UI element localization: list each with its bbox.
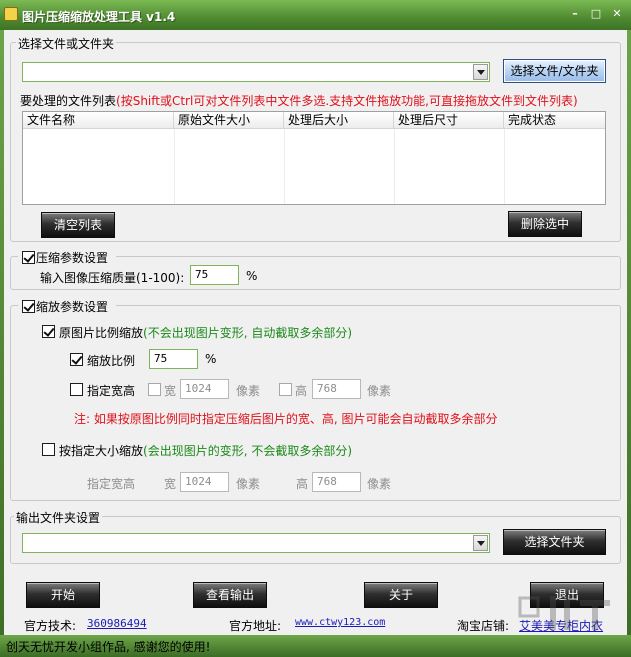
window-title: 图片压缩缩放处理工具 v1.4 [22, 10, 176, 24]
fixed-wh-label: 指定宽高 [87, 384, 136, 398]
site-link[interactable]: www.ctwy123.com [295, 617, 385, 628]
compress-legend-text: 压缩参数设置 [36, 251, 109, 265]
size-height-label: 高 [296, 477, 309, 491]
fixed-height-unit: 像素 [367, 384, 392, 398]
status-text: 创天无忧开发小组作品, 感谢您的使用! [6, 640, 211, 654]
size-width-input[interactable]: 1024 [180, 472, 229, 492]
column-processed-size[interactable]: 处理后大小 [284, 112, 394, 129]
chevron-down-icon[interactable] [473, 535, 488, 551]
scale-ratio-unit: % [205, 352, 217, 366]
fixed-wh-checkbox[interactable] [70, 383, 83, 396]
tech-label: 官方技术: [24, 619, 77, 633]
watermark-logo-icon [518, 596, 610, 630]
app-window: 图片压缩缩放处理工具 v1.4 – □ ✕ 选择文件或文件夹 选择文件/文件夹 … [0, 0, 631, 657]
column-original-size[interactable]: 原始文件大小 [174, 112, 284, 129]
file-list-label: 要处理的文件列表(按Shift或Ctrl可对文件列表中文件多选.支持文件拖放功能… [20, 92, 578, 109]
fixed-width-input[interactable]: 1024 [180, 379, 229, 399]
column-divider [174, 129, 175, 204]
fixed-width-unit: 像素 [236, 384, 261, 398]
start-button[interactable]: 开始 [26, 582, 100, 608]
view-output-button[interactable]: 查看输出 [193, 582, 267, 608]
size-width-label: 宽 [164, 477, 177, 491]
file-path-combo[interactable] [22, 62, 490, 82]
column-divider [284, 129, 285, 204]
fixed-height-input[interactable]: 768 [312, 379, 361, 399]
scale-ratio-input[interactable]: 75 [149, 349, 198, 369]
maximize-icon[interactable]: □ [589, 7, 603, 21]
column-file-name[interactable]: 文件名称 [23, 112, 174, 129]
size-mode-label: 按指定大小缩放(会出现图片的变形, 不会截取多余部分) [59, 442, 352, 459]
output-legend: 输出文件夹设置 [14, 509, 103, 526]
site-label: 官方地址: [229, 619, 282, 633]
fixed-width-checkbox[interactable] [148, 383, 161, 396]
ratio-mode-note: (不会出现图片变形, 自动截取多余部分) [143, 326, 353, 340]
status-bar: 创天无忧开发小组作品, 感谢您的使用! [0, 635, 631, 657]
size-wh-label: 指定宽高 [87, 477, 136, 491]
scale-ratio-label: 缩放比例 [87, 354, 136, 368]
output-path-combo[interactable] [22, 533, 490, 553]
file-list-header: 文件名称 原始文件大小 处理后大小 处理后尺寸 完成状态 [23, 112, 605, 129]
file-list[interactable]: 文件名称 原始文件大小 处理后大小 处理后尺寸 完成状态 [22, 111, 606, 205]
tech-link[interactable]: 360986494 [87, 617, 147, 630]
size-mode-text: 按指定大小缩放 [59, 444, 144, 458]
column-processed-dimensions[interactable]: 处理后尺寸 [394, 112, 504, 129]
column-status[interactable]: 完成状态 [504, 112, 605, 129]
compress-checkbox[interactable] [22, 251, 35, 264]
select-file-folder-button[interactable]: 选择文件/文件夹 [503, 59, 606, 83]
title-bar[interactable]: 图片压缩缩放处理工具 v1.4 – □ ✕ [0, 0, 631, 30]
size-height-input[interactable]: 768 [312, 472, 361, 492]
file-list-hint: (按Shift或Ctrl可对文件列表中文件多选.支持文件拖放功能,可直接拖放文件… [116, 94, 578, 108]
quality-unit: % [246, 269, 258, 283]
select-output-folder-button[interactable]: 选择文件夹 [503, 529, 606, 555]
fixed-width-label: 宽 [164, 384, 177, 398]
shop-label: 淘宝店铺: [457, 619, 510, 633]
ratio-mode-text: 原图片比例缩放 [59, 326, 144, 340]
file-select-legend: 选择文件或文件夹 [16, 35, 117, 52]
size-height-unit: 像素 [367, 477, 392, 491]
fixed-height-label: 高 [295, 384, 308, 398]
scale-warning: 注: 如果按原图比例同时指定压缩后图片的宽、高, 图片可能会自动截取多余部分 [74, 412, 498, 426]
size-mode-checkbox[interactable] [42, 443, 55, 456]
quality-label: 输入图像压缩质量(1-100): [40, 271, 185, 285]
column-divider [394, 129, 395, 204]
scale-checkbox[interactable] [22, 300, 35, 313]
ratio-mode-checkbox[interactable] [42, 325, 55, 338]
column-divider [504, 129, 505, 204]
scale-ratio-checkbox[interactable] [70, 353, 83, 366]
size-width-unit: 像素 [236, 477, 261, 491]
fixed-height-checkbox[interactable] [279, 383, 292, 396]
minimize-icon[interactable]: – [568, 7, 582, 21]
about-button[interactable]: 关于 [364, 582, 438, 608]
size-mode-note: (会出现图片的变形, 不会截取多余部分) [143, 444, 353, 458]
quality-input[interactable]: 75 [190, 265, 239, 285]
delete-selected-button[interactable]: 删除选中 [508, 211, 582, 237]
ratio-mode-label: 原图片比例缩放(不会出现图片变形, 自动截取多余部分) [59, 324, 352, 341]
close-icon[interactable]: ✕ [610, 7, 624, 21]
app-icon [4, 7, 18, 21]
chevron-down-icon[interactable] [473, 64, 488, 80]
clear-list-button[interactable]: 清空列表 [41, 212, 115, 238]
file-list-title: 要处理的文件列表 [20, 94, 117, 108]
scale-legend-text: 缩放参数设置 [36, 300, 109, 314]
